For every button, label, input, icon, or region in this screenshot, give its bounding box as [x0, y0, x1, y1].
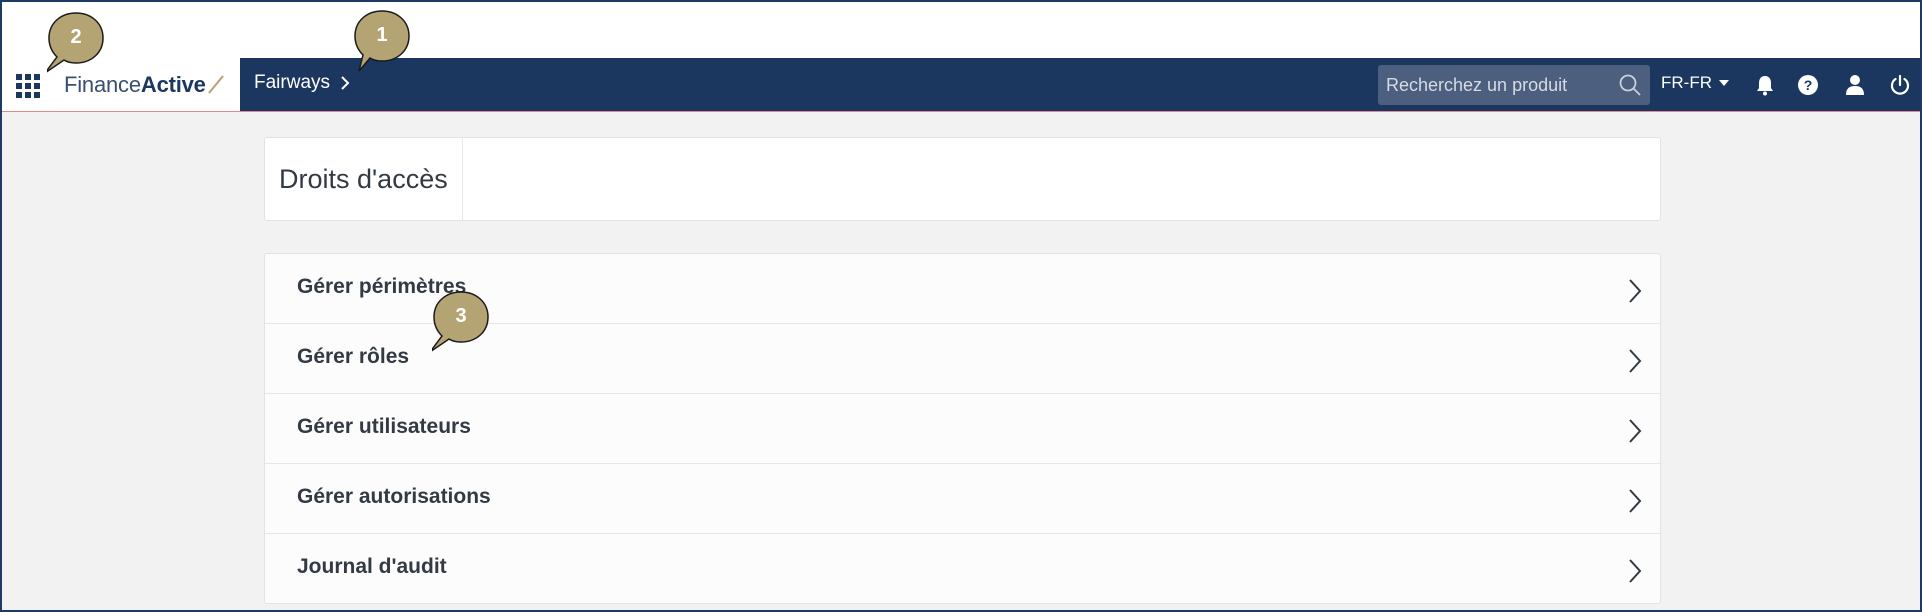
page-title: Droits d'accès	[265, 138, 463, 220]
top-navigation-bar: FinanceActive Fairways FR-FR ?	[2, 58, 1920, 112]
logo-text-light: Finance	[64, 72, 141, 97]
logo-slash-icon	[207, 75, 224, 94]
chevron-right-icon	[340, 75, 350, 91]
brand-area: FinanceActive	[2, 58, 240, 112]
chevron-right-icon	[1629, 349, 1642, 373]
breadcrumb-label: Fairways	[254, 72, 331, 93]
finance-active-logo[interactable]: FinanceActive	[64, 72, 225, 98]
application-window: FinanceActive Fairways FR-FR ?	[0, 0, 1922, 612]
power-icon[interactable]	[1888, 73, 1912, 97]
menu-item-label: Journal d'audit	[297, 555, 447, 578]
apps-grid-icon[interactable]	[16, 74, 40, 98]
menu-item-audit-log[interactable]: Journal d'audit	[265, 534, 1660, 604]
breadcrumb-fairways[interactable]: Fairways	[254, 72, 350, 94]
search-icon[interactable]	[1610, 65, 1650, 105]
user-icon[interactable]	[1843, 73, 1867, 97]
callout-badge-3: 3	[432, 290, 492, 352]
callout-badge-1: 1	[353, 9, 413, 72]
product-search	[1378, 65, 1650, 105]
chevron-right-icon	[1629, 279, 1642, 303]
menu-item-manage-users[interactable]: Gérer utilisateurs	[265, 394, 1660, 464]
caret-down-icon	[1718, 80, 1729, 86]
chevron-right-icon	[1629, 419, 1642, 443]
page-title-card: Droits d'accès	[264, 137, 1661, 221]
logo-text-bold: Active	[140, 72, 206, 97]
menu-item-label: Gérer rôles	[297, 345, 410, 368]
callout-number: 1	[376, 23, 388, 46]
menu-item-manage-authorizations[interactable]: Gérer autorisations	[265, 464, 1660, 534]
chevron-right-icon	[1629, 489, 1642, 513]
top-whitespace	[2, 2, 1920, 58]
callout-number: 3	[455, 304, 467, 327]
svg-text:?: ?	[1804, 77, 1813, 93]
menu-item-label: Gérer utilisateurs	[297, 415, 471, 438]
bell-icon[interactable]	[1753, 73, 1777, 97]
help-icon[interactable]: ?	[1796, 73, 1820, 97]
language-label: FR-FR	[1661, 73, 1712, 92]
search-input[interactable]	[1378, 74, 1610, 96]
language-selector[interactable]: FR-FR	[1661, 73, 1730, 93]
callout-number: 2	[70, 25, 82, 48]
menu-item-label: Gérer autorisations	[297, 485, 491, 508]
callout-badge-2: 2	[47, 11, 107, 73]
chevron-right-icon	[1629, 559, 1642, 583]
